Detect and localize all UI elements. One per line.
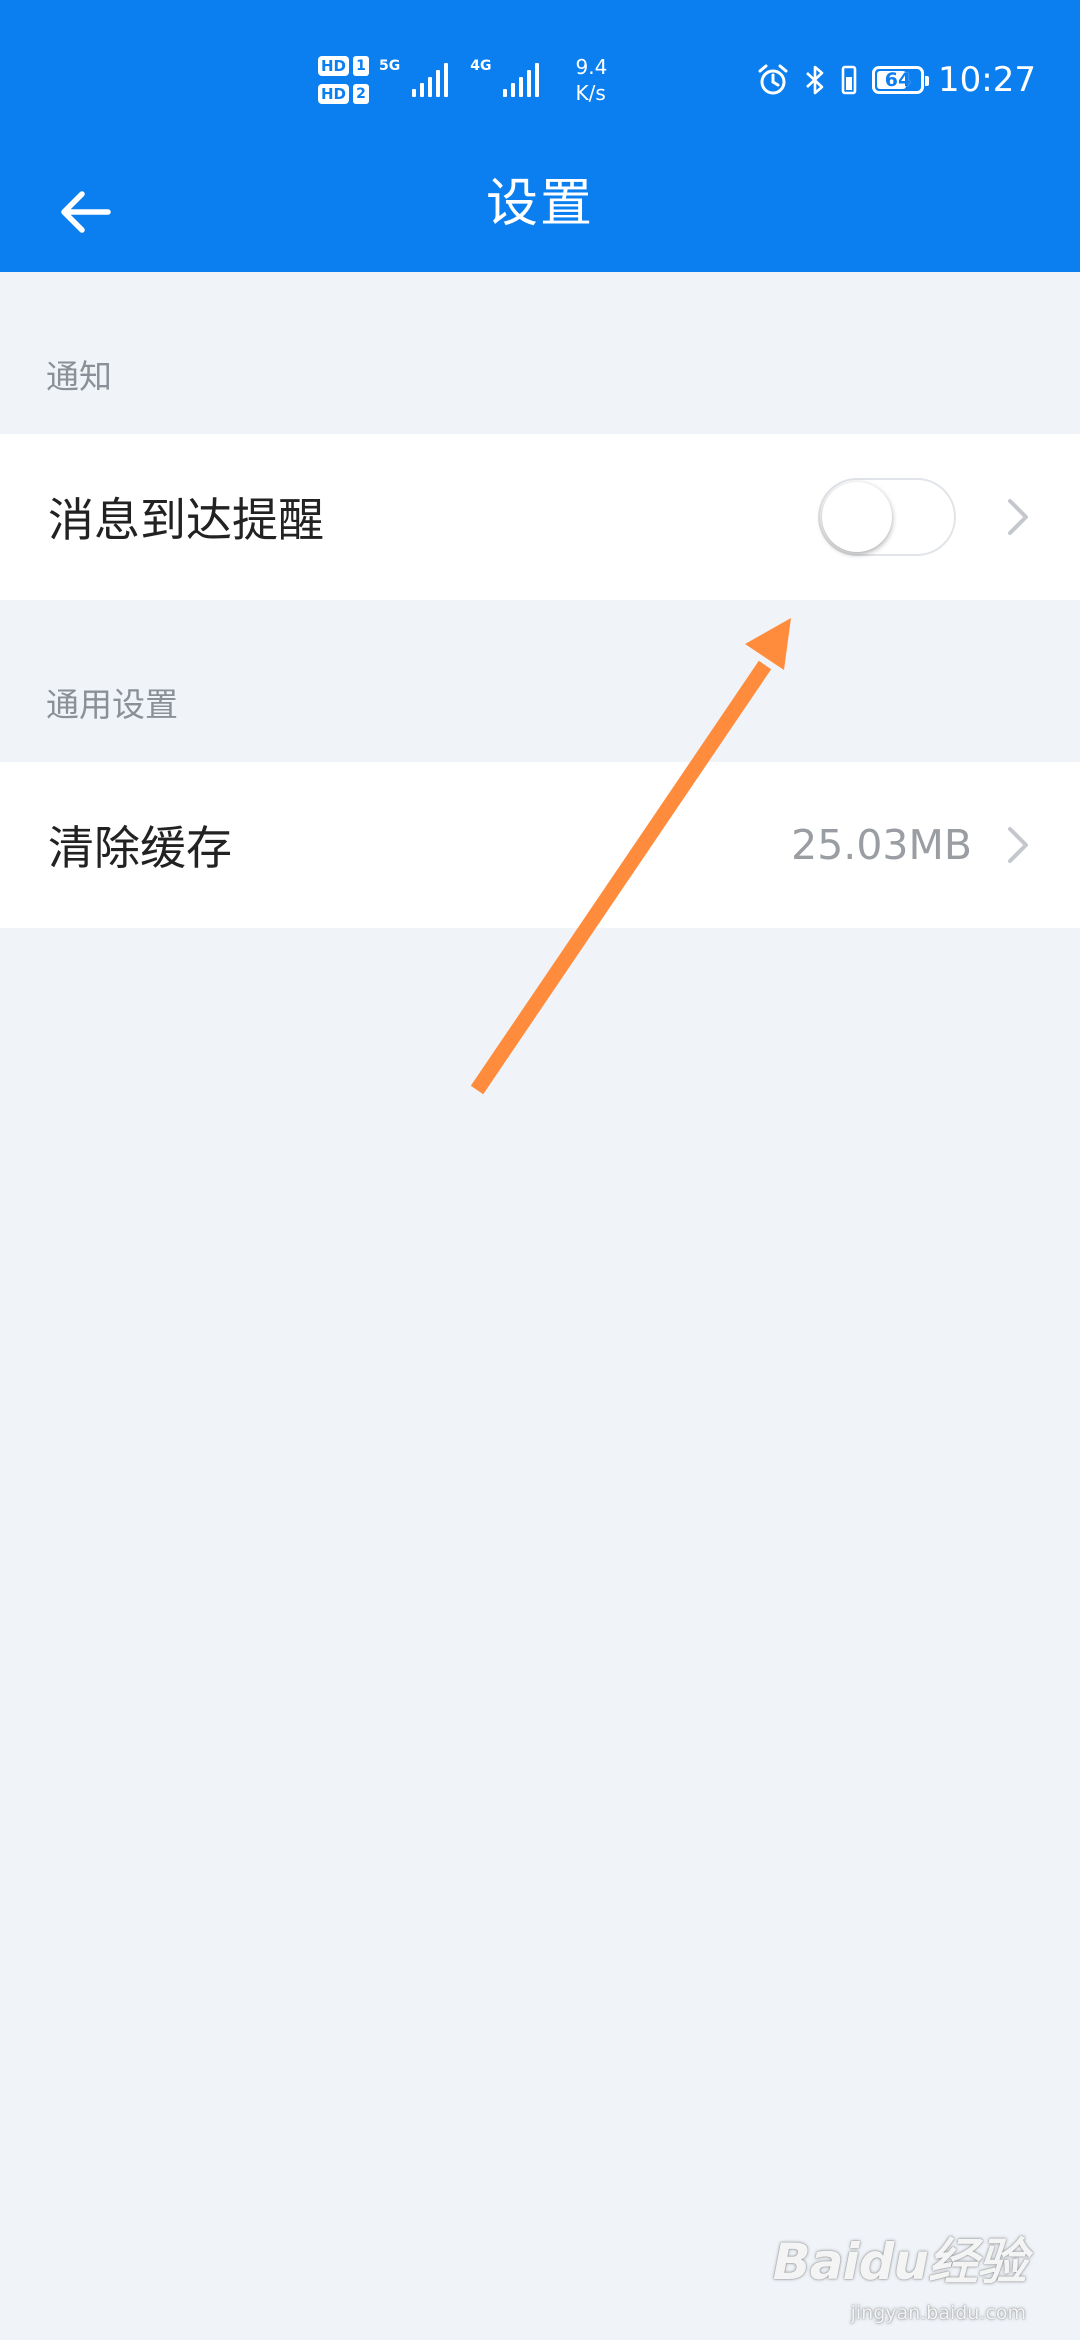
annotation-arrow: [470, 618, 791, 1095]
vibrate-battery-icon: [841, 65, 857, 95]
sim2-number: 2: [353, 84, 370, 104]
setting-label: 消息到达提醒: [48, 493, 324, 547]
alarm-icon: [758, 64, 788, 95]
app-header: HD 1 HD 2 5G 4G 9.4 K/s 64 10:27 设置: [0, 0, 1080, 272]
status-bar-right: 64 10:27: [756, 52, 1036, 108]
network-speed: 9.4 K/s: [575, 54, 607, 106]
chevron-right-icon: [1008, 499, 1028, 535]
network-speed-unit: K/s: [575, 81, 606, 105]
chevron-right-icon: [1008, 827, 1028, 863]
battery-icon: 64: [872, 66, 930, 94]
network-type-1: 5G: [379, 58, 401, 74]
sim1-indicator: HD 1: [318, 56, 370, 76]
toggle-knob: [822, 482, 892, 552]
sim2-indicator: HD 2: [318, 84, 370, 104]
watermark-url: jingyan.baidu.com: [850, 2302, 1026, 2324]
battery-level: 64: [884, 69, 912, 91]
message-reminder-toggle[interactable]: [818, 478, 956, 556]
signal-strength-icon-1: [412, 63, 449, 97]
cache-size-value: 25.03MB: [791, 821, 972, 869]
hd-badge-1: HD: [318, 56, 350, 76]
sim-indicators: HD 1 HD 2: [318, 56, 370, 104]
watermark-brand: Baidu经验: [772, 2233, 1027, 2291]
bluetooth-icon: [806, 65, 824, 95]
network-type-2: 4G: [470, 58, 492, 74]
signal-strength-icon-2: [503, 63, 540, 97]
hd-badge-2: HD: [318, 84, 350, 104]
setting-row-clear-cache[interactable]: 清除缓存 25.03MB: [0, 762, 1080, 928]
setting-row-message-reminder[interactable]: 消息到达提醒: [0, 434, 1080, 600]
section-header-notifications: 通知: [46, 357, 112, 396]
section-header-general-settings: 通用设置: [46, 685, 178, 724]
page-title: 设置: [485, 174, 594, 234]
network-speed-value: 9.4: [575, 55, 608, 79]
status-time: 10:27: [938, 60, 1036, 100]
status-bar: HD 1 HD 2 5G 4G 9.4 K/s 64 10:27: [0, 0, 1080, 150]
sim1-number: 1: [353, 56, 370, 76]
baidu-jingyan-watermark: Baidu经验 jingyan.baidu.com: [772, 2222, 1027, 2324]
nav-bar: 设置: [0, 150, 1080, 272]
status-bar-left: HD 1 HD 2 5G 4G 9.4 K/s: [318, 50, 607, 110]
setting-label: 清除缓存: [48, 821, 232, 875]
